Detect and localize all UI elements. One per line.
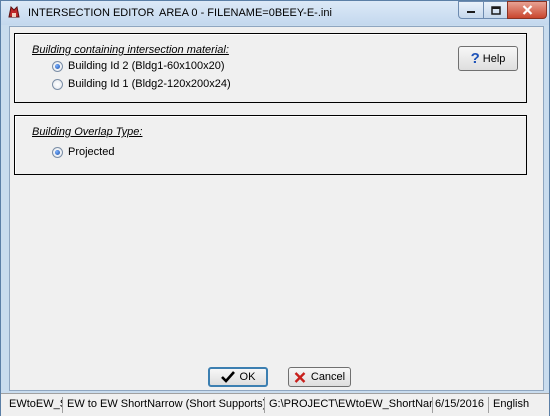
checkmark-icon — [220, 371, 235, 383]
ok-button[interactable]: OK — [208, 367, 268, 387]
intersection-editor-window: INTERSECTION EDITOR AREA 0 - FILENAME=0B… — [0, 0, 550, 416]
building-option-id1[interactable]: Building Id 1 (Bldg2-120x200x24) — [52, 78, 231, 90]
radio-button-checked[interactable] — [52, 60, 63, 72]
close-button[interactable] — [507, 1, 547, 19]
window-area-filename: AREA 0 - FILENAME=0BEEY-E-.ini — [159, 7, 332, 19]
question-mark-icon: ? — [470, 50, 480, 67]
overlap-option-projected[interactable]: Projected — [52, 146, 114, 158]
maximize-icon — [490, 5, 501, 15]
radio-button-checked[interactable] — [52, 146, 63, 158]
cancel-button-label: Cancel — [310, 371, 346, 383]
close-icon — [522, 5, 532, 15]
overlap-group-title: Building Overlap Type: — [32, 126, 143, 138]
status-cell-short-name: EWtoEW_Sh — [7, 397, 63, 413]
overlap-group-box: Building Overlap Type: Projected — [14, 115, 527, 175]
dialog-client-area: Building containing intersection materia… — [9, 26, 544, 391]
building-option-label: Building Id 1 (Bldg2-120x200x24) — [68, 78, 231, 90]
title-bar[interactable]: INTERSECTION EDITOR AREA 0 - FILENAME=0B… — [1, 1, 549, 25]
building-group-title: Building containing intersection materia… — [32, 44, 229, 56]
overlap-option-label: Projected — [68, 146, 115, 158]
building-option-id2[interactable]: Building Id 2 (Bldg1-60x100x20) — [52, 60, 225, 72]
radio-button[interactable] — [52, 78, 63, 90]
red-x-icon — [294, 371, 306, 383]
help-button[interactable]: ? Help — [458, 46, 518, 71]
maximize-button[interactable] — [483, 1, 508, 19]
window-title: INTERSECTION EDITOR — [28, 7, 155, 19]
status-cell-language: English — [493, 398, 530, 410]
status-cell-description: EW to EW ShortNarrow (Short Supports) — [65, 397, 265, 413]
status-cell-date: 6/15/2016 — [433, 397, 489, 413]
minimize-button[interactable] — [458, 1, 484, 19]
ok-button-label: OK — [239, 371, 256, 383]
minimize-icon — [467, 11, 475, 13]
building-option-label: Building Id 2 (Bldg1-60x100x20) — [68, 60, 225, 72]
app-red-icon — [8, 5, 20, 18]
help-button-label: Help — [482, 52, 506, 65]
cancel-button[interactable]: Cancel — [288, 367, 351, 387]
status-bar: EWtoEW_Sh EW to EW ShortNarrow (Short Su… — [1, 393, 549, 416]
building-group-box: Building containing intersection materia… — [14, 33, 527, 103]
status-cell-path: G:\PROJECT\EWtoEW_ShortNarrowS — [267, 397, 433, 413]
